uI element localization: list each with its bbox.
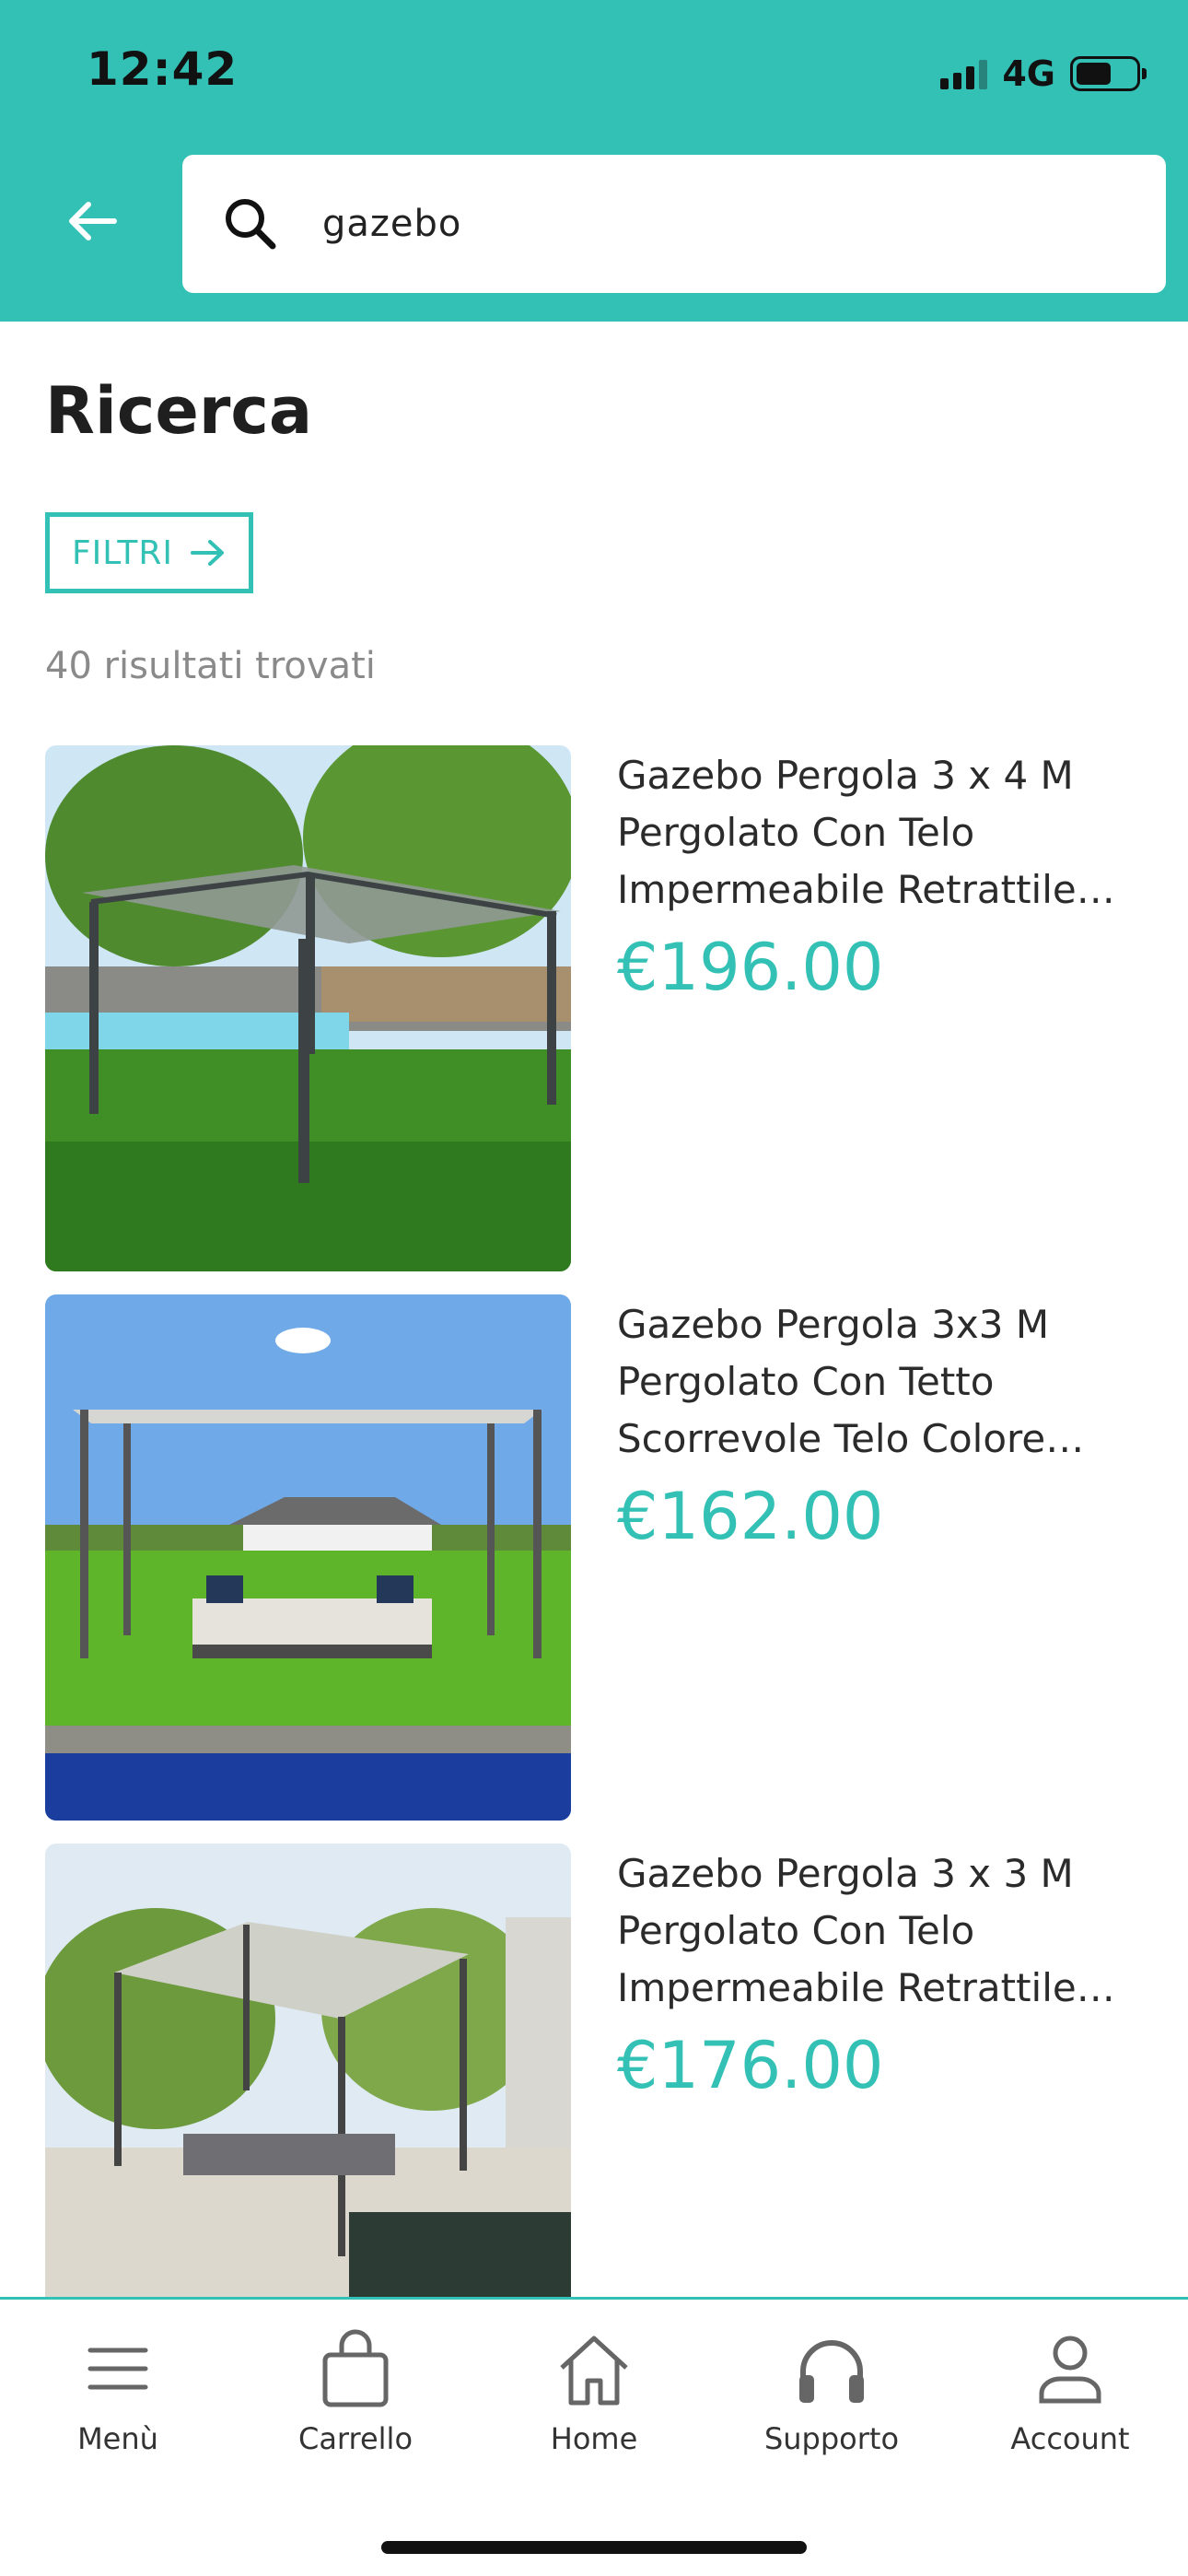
battery-icon: [1070, 56, 1147, 91]
signal-icon: [940, 58, 988, 89]
product-price: €162.00: [617, 1479, 884, 1554]
nav-label: Carrello: [297, 2421, 413, 2456]
search-bar[interactable]: gazebo: [182, 155, 1166, 293]
nav-item-cart[interactable]: Carrello: [263, 2327, 448, 2456]
nav-item-support[interactable]: Supporto: [740, 2327, 924, 2456]
nav-item-account[interactable]: Account: [978, 2327, 1162, 2456]
arrow-left-icon: [69, 202, 117, 240]
arrow-right-icon: [191, 540, 225, 566]
top-bar: 12:42 4G gazebo: [0, 0, 1188, 322]
back-button[interactable]: [55, 184, 129, 258]
product-image: [45, 1294, 571, 1821]
product-image: [45, 1844, 571, 2370]
nav-item-menu[interactable]: Menù: [26, 2327, 210, 2456]
nav-label: Account: [1010, 2421, 1130, 2456]
search-icon: [226, 199, 276, 250]
status-indicators: 4G: [940, 53, 1147, 94]
filters-button[interactable]: FILTRI: [45, 512, 253, 593]
result-count: 40 risultati trovati: [45, 645, 376, 687]
product-title: Gazebo Pergola 3x3 M Pergolato Con Tetto…: [617, 1302, 1050, 1461]
search-input[interactable]: gazebo: [322, 203, 461, 245]
bottom-navigation: Menù Carrello Home Supporto Account: [0, 2297, 1188, 2576]
network-type: 4G: [1002, 53, 1055, 94]
product-price: €176.00: [617, 2028, 884, 2103]
product-card[interactable]: Gazebo Pergola 3 x 3 M Pergolato Con Tel…: [45, 1844, 1166, 2371]
nav-item-home[interactable]: Home: [502, 2327, 686, 2456]
status-time: 12:42: [87, 42, 239, 96]
user-icon: [1039, 2336, 1101, 2404]
product-card[interactable]: Gazebo Pergola 3x3 M Pergolato Con Tetto…: [45, 1294, 1166, 1821]
nav-label: Home: [550, 2421, 638, 2456]
home-icon: [560, 2336, 628, 2406]
filters-label: FILTRI: [71, 533, 174, 572]
product-price: €196.00: [617, 930, 884, 1005]
headphones-icon: [799, 2340, 864, 2403]
page-title: Ricerca: [45, 373, 313, 449]
product-title: Gazebo Pergola 3 x 3 M Pergolato Con Tel…: [617, 1851, 1077, 2010]
product-title: Gazebo Pergola 3 x 4 M Pergolato Con Tel…: [617, 753, 1077, 912]
product-card[interactable]: Gazebo Pergola 3 x 4 M Pergolato Con Tel…: [45, 745, 1166, 1272]
bag-icon: [322, 2329, 389, 2407]
nav-label: Menù: [77, 2421, 158, 2456]
nav-label: Supporto: [763, 2421, 900, 2456]
menu-icon: [87, 2348, 148, 2390]
home-indicator[interactable]: [381, 2541, 807, 2554]
product-image: [45, 745, 571, 1271]
